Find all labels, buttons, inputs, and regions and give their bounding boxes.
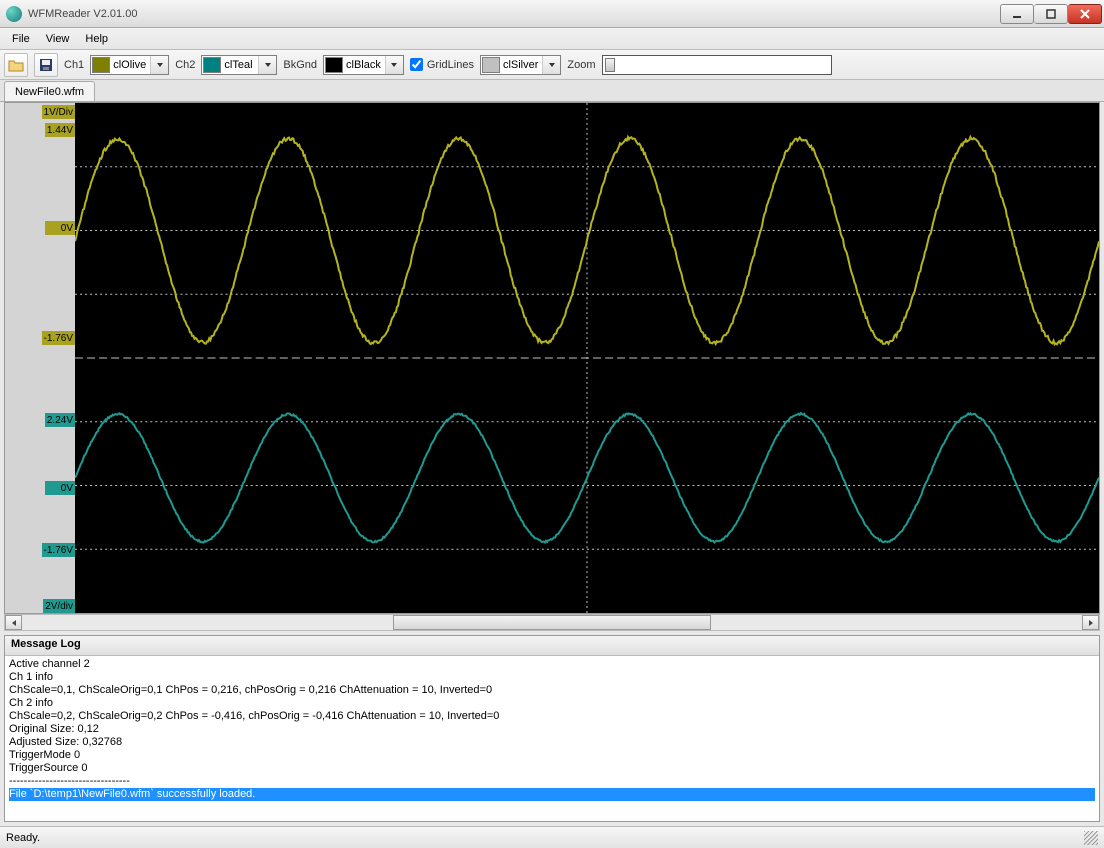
ch2-scale-label: 2V/div — [43, 599, 75, 613]
open-button[interactable] — [4, 53, 28, 77]
log-line[interactable]: Original Size: 0,12 — [9, 723, 1095, 736]
gridlines-label: GridLines — [427, 59, 474, 71]
log-line[interactable]: ChScale=0,1, ChScaleOrig=0,1 ChPos = 0,2… — [9, 684, 1095, 697]
minimize-button[interactable] — [1000, 4, 1034, 24]
ch1-swatch-icon — [92, 57, 110, 73]
gridlines-color-text: clSilver — [501, 59, 542, 71]
log-line[interactable]: --------------------------------- — [9, 775, 1095, 788]
log-line[interactable]: TriggerMode 0 — [9, 749, 1095, 762]
status-bar: Ready. — [0, 826, 1104, 848]
window-title: WFMReader V2.01.00 — [28, 8, 137, 20]
tab-file[interactable]: NewFile0.wfm — [4, 81, 95, 101]
size-grip-icon[interactable] — [1084, 831, 1098, 845]
ch1-scale-label: 1V/Div — [42, 105, 75, 119]
zoom-slider-thumb[interactable] — [605, 58, 615, 72]
scroll-right-button[interactable] — [1082, 615, 1099, 630]
scrollbar-track[interactable] — [22, 615, 1082, 630]
bkgnd-color-select[interactable]: clBlack — [323, 55, 404, 75]
log-line[interactable]: Adjusted Size: 0,32768 — [9, 736, 1095, 749]
save-button[interactable] — [34, 53, 58, 77]
gridlines-color-select[interactable]: clSilver — [480, 55, 561, 75]
bkgnd-swatch-icon — [325, 57, 343, 73]
gridlines-swatch-icon — [482, 57, 500, 73]
log-line[interactable]: Ch 1 info — [9, 671, 1095, 684]
horizontal-scrollbar[interactable] — [4, 614, 1100, 631]
chevron-down-icon[interactable] — [542, 56, 560, 74]
ch1-zero-label: 0V — [45, 221, 75, 235]
menu-view[interactable]: View — [38, 28, 78, 49]
ch2-swatch-icon — [203, 57, 221, 73]
message-log-title: Message Log — [5, 636, 1099, 656]
toolbar: Ch1 clOlive Ch2 clTeal BkGnd clBlack Gri… — [0, 50, 1104, 80]
ch1-min-label: -1.76V — [42, 331, 75, 345]
waveform-area: 1V/Div 1.44V 0V -1.76V 2.24V 0V -1.76V 2… — [4, 102, 1100, 614]
ch2-zero-label: 0V — [45, 481, 75, 495]
zoom-label: Zoom — [567, 59, 595, 71]
log-line[interactable]: Ch 2 info — [9, 697, 1095, 710]
ch2-color-text: clTeal — [222, 59, 258, 71]
ch1-color-select[interactable]: clOlive — [90, 55, 169, 75]
chevron-down-icon[interactable] — [150, 56, 168, 74]
zoom-slider[interactable] — [602, 55, 832, 75]
ch1-max-label: 1.44V — [45, 123, 75, 137]
bkgnd-color-text: clBlack — [344, 59, 385, 71]
ch1-color-text: clOlive — [111, 59, 150, 71]
log-line[interactable]: Active channel 2 — [9, 658, 1095, 671]
ch2-max-label: 2.24V — [45, 413, 75, 427]
app-icon — [6, 6, 22, 22]
ch2-min-label: -1.76V — [42, 543, 75, 557]
status-text: Ready. — [6, 832, 40, 844]
y-axis-gutter: 1V/Div 1.44V 0V -1.76V 2.24V 0V -1.76V 2… — [5, 103, 75, 613]
title-bar: WFMReader V2.01.00 — [0, 0, 1104, 28]
gridlines-check-input[interactable] — [410, 58, 423, 71]
ch1-label: Ch1 — [64, 59, 84, 71]
close-button[interactable] — [1068, 4, 1102, 24]
gridlines-checkbox[interactable]: GridLines — [410, 58, 474, 71]
log-line[interactable]: TriggerSource 0 — [9, 762, 1095, 775]
scroll-left-button[interactable] — [5, 615, 22, 630]
ch2-label: Ch2 — [175, 59, 195, 71]
menu-bar: File View Help — [0, 28, 1104, 50]
scrollbar-thumb[interactable] — [393, 615, 711, 630]
menu-help[interactable]: Help — [77, 28, 116, 49]
log-line[interactable]: File `D:\temp1\NewFile0.wfm` successfull… — [9, 788, 1095, 801]
maximize-button[interactable] — [1034, 4, 1068, 24]
bkgnd-label: BkGnd — [283, 59, 317, 71]
chevron-down-icon[interactable] — [385, 56, 403, 74]
menu-file[interactable]: File — [4, 28, 38, 49]
tabs-bar: NewFile0.wfm — [0, 80, 1104, 102]
message-log-panel: Message Log Active channel 2Ch 1 infoChS… — [4, 635, 1100, 822]
chevron-down-icon[interactable] — [258, 56, 276, 74]
ch2-color-select[interactable]: clTeal — [201, 55, 277, 75]
waveform-plot[interactable] — [75, 103, 1099, 613]
log-line[interactable]: ChScale=0,2, ChScaleOrig=0,2 ChPos = -0,… — [9, 710, 1095, 723]
message-log-body[interactable]: Active channel 2Ch 1 infoChScale=0,1, Ch… — [5, 656, 1099, 821]
